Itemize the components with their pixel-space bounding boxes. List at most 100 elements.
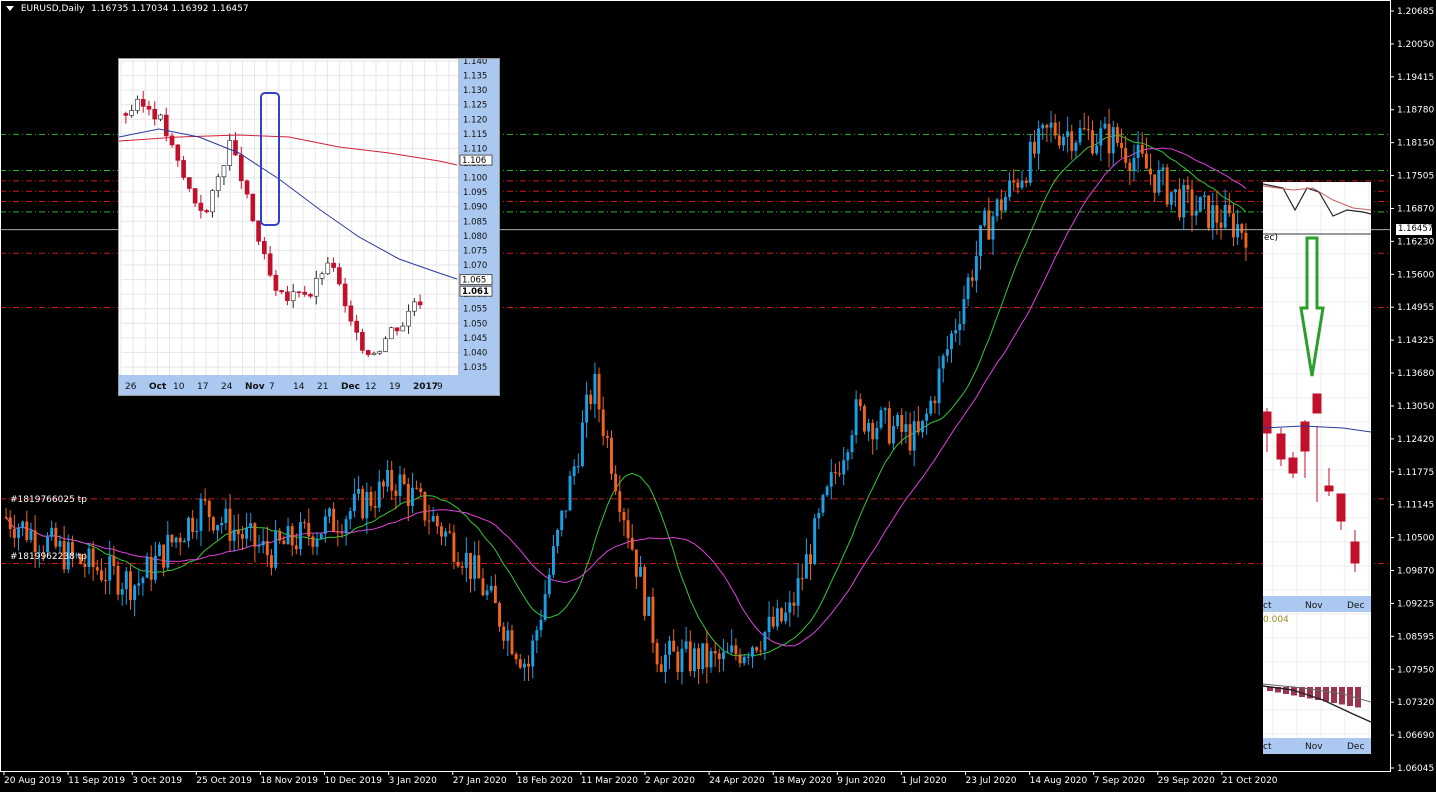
candle-body [780,608,783,622]
inset-right-time-label: Nov [1305,601,1323,611]
candle-body [597,373,601,410]
candle-body [1091,130,1094,154]
candle-body [1165,167,1169,205]
time-axis[interactable]: 20 Aug 2019 11 Sep 2019 3 Oct 2019 25 Oct 2… [3,771,1278,786]
order-label-1[interactable]: #1819766025 tp [10,495,87,505]
candle-body [1062,136,1065,146]
candle-body [344,519,348,534]
inset-candle-body [123,113,129,116]
candle-body [1236,224,1240,238]
candle-body [514,654,518,660]
inset-right-candle-body [1350,541,1360,564]
inset-price-label: 1.075 [463,246,487,256]
candle-body [842,460,846,475]
time-tick-label: 3 Oct 2019 [132,776,182,786]
candle-body [543,594,547,620]
inset-time-label: 19 [389,382,401,392]
candle-body [506,630,510,641]
candle-body [170,534,174,543]
dropdown-triangle-icon[interactable] [6,6,14,11]
candle-body [709,651,713,668]
inset-candle-body [394,327,400,332]
order-label-2[interactable]: #1819962238 tp [10,552,87,562]
candle-body [1182,185,1186,218]
candle-body [601,409,605,437]
candle-body [236,529,240,535]
candle-body [311,536,315,547]
price-tick-label: 1.20050 [1397,40,1434,50]
candle-body [166,534,170,568]
inset-candle-body [360,332,365,351]
candle-body [564,510,568,512]
candle-body [323,516,327,534]
inset-candle-body [221,165,227,178]
candle-body [1173,189,1177,193]
candle-body [809,554,812,565]
candle-body [605,436,609,438]
candle-body [1153,174,1157,193]
candle-body [477,555,481,579]
time-tick-label: 7 Sep 2020 [1094,776,1146,786]
candle-body [692,648,696,672]
candle-body [120,589,124,595]
candle-body [87,548,91,567]
candle-body [133,585,137,601]
candle-body [46,536,49,553]
inset-time-label: 21 [317,382,328,392]
inset-right-svg: ec) ct Nov Dec 0.004 ct Nov Dec [1263,182,1371,754]
candle-body [174,537,178,543]
candle-body [593,373,597,405]
candle-body [755,647,759,651]
time-tick-label: 25 Oct 2019 [196,776,252,786]
inset-candle-body [383,338,388,352]
candle-body [485,590,489,596]
inset-candle-body [342,283,348,307]
inset-candle-body [227,140,233,166]
inset-candle-body [348,305,354,322]
candle-body [245,527,249,539]
candle-body [933,400,937,404]
inset-candle-body [273,274,279,291]
candle-body [1128,162,1132,172]
candle-body [58,540,62,547]
inset-price-label: 1.035 [463,363,487,373]
candle-body [402,474,406,484]
candle-body [108,556,112,581]
candle-body [551,546,555,575]
inset-candle-body [244,180,250,195]
candle-body [1012,180,1016,183]
green-arrow-icon [1299,236,1325,377]
inset-candle-body [325,262,331,275]
candle-body [303,522,307,524]
inset-price-label: 1.095 [463,188,487,198]
candle-body [954,330,958,334]
candle-body [390,469,394,491]
candle-body [1099,128,1103,146]
candle-body [734,645,738,655]
inset-candle-body [140,99,146,107]
inset-candle-body [377,351,383,354]
candle-body [129,571,132,601]
candle-body [614,473,618,492]
candle-body [419,488,423,492]
inset-price-label: 1.125 [463,101,487,111]
candle-body [315,538,319,547]
candle-body [1016,182,1020,188]
inset-candle-body [204,210,209,213]
candle-body [116,565,120,595]
price-axis[interactable]: 1.20685 1.20050 1.19415 1.18780 1.18150 1.175… [1390,7,1434,774]
candle-body [763,632,767,651]
candle-body [999,199,1003,211]
candle-body [858,399,862,407]
candle-body [705,643,709,668]
inset-price-label: 1.135 [463,72,487,82]
candle-body [659,664,663,672]
candle-body [1120,142,1123,149]
candle-body [352,493,356,512]
candle-body [282,540,286,545]
current-price-tag: 1.16457 [1396,224,1434,235]
candle-body [261,541,265,546]
inset-candle-body [238,154,244,182]
inset-candle-body [400,325,406,332]
candle-body [1078,128,1082,143]
